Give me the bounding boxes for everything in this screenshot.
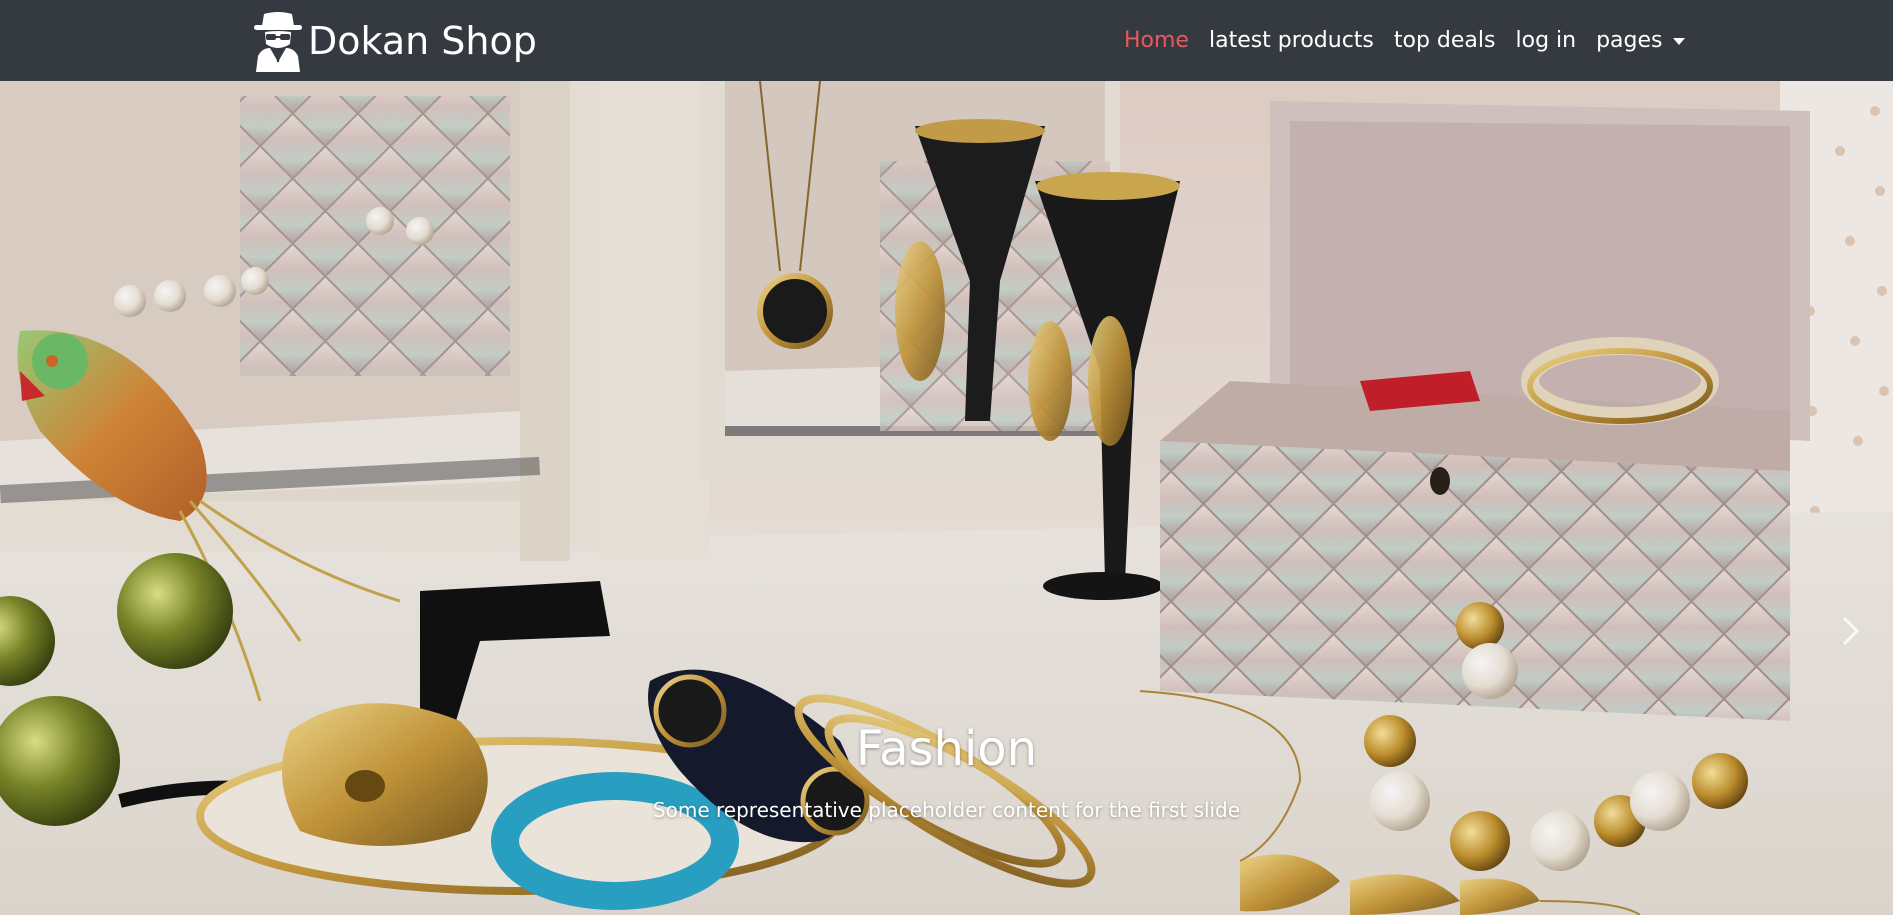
brand-link[interactable]: Dokan Shop [250,10,537,72]
hero-carousel: Fashion Some representative placeholder … [0,81,1893,915]
nav-home[interactable]: Home [1124,28,1189,53]
chevron-right-icon [1843,617,1859,645]
carousel-next-button[interactable] [1829,601,1873,661]
carousel-slide-image [0,81,1893,915]
nav-top-deals[interactable]: top deals [1394,28,1496,53]
brand-name: Dokan Shop [308,19,537,63]
nav-log-in[interactable]: log in [1516,28,1577,53]
caret-down-icon [1672,38,1685,45]
main-nav: Home latest products top deals log in pa… [1124,0,1685,81]
nav-latest-products[interactable]: latest products [1209,28,1374,53]
spy-agent-icon [254,12,302,72]
nav-pages-dropdown[interactable]: pages [1596,28,1685,53]
carousel-caption-text: Some representative placeholder content … [652,798,1241,822]
nav-pages-label: pages [1596,28,1663,53]
carousel-caption-title: Fashion [855,721,1038,777]
top-navbar: Dokan Shop Home latest products top deal… [0,0,1893,81]
